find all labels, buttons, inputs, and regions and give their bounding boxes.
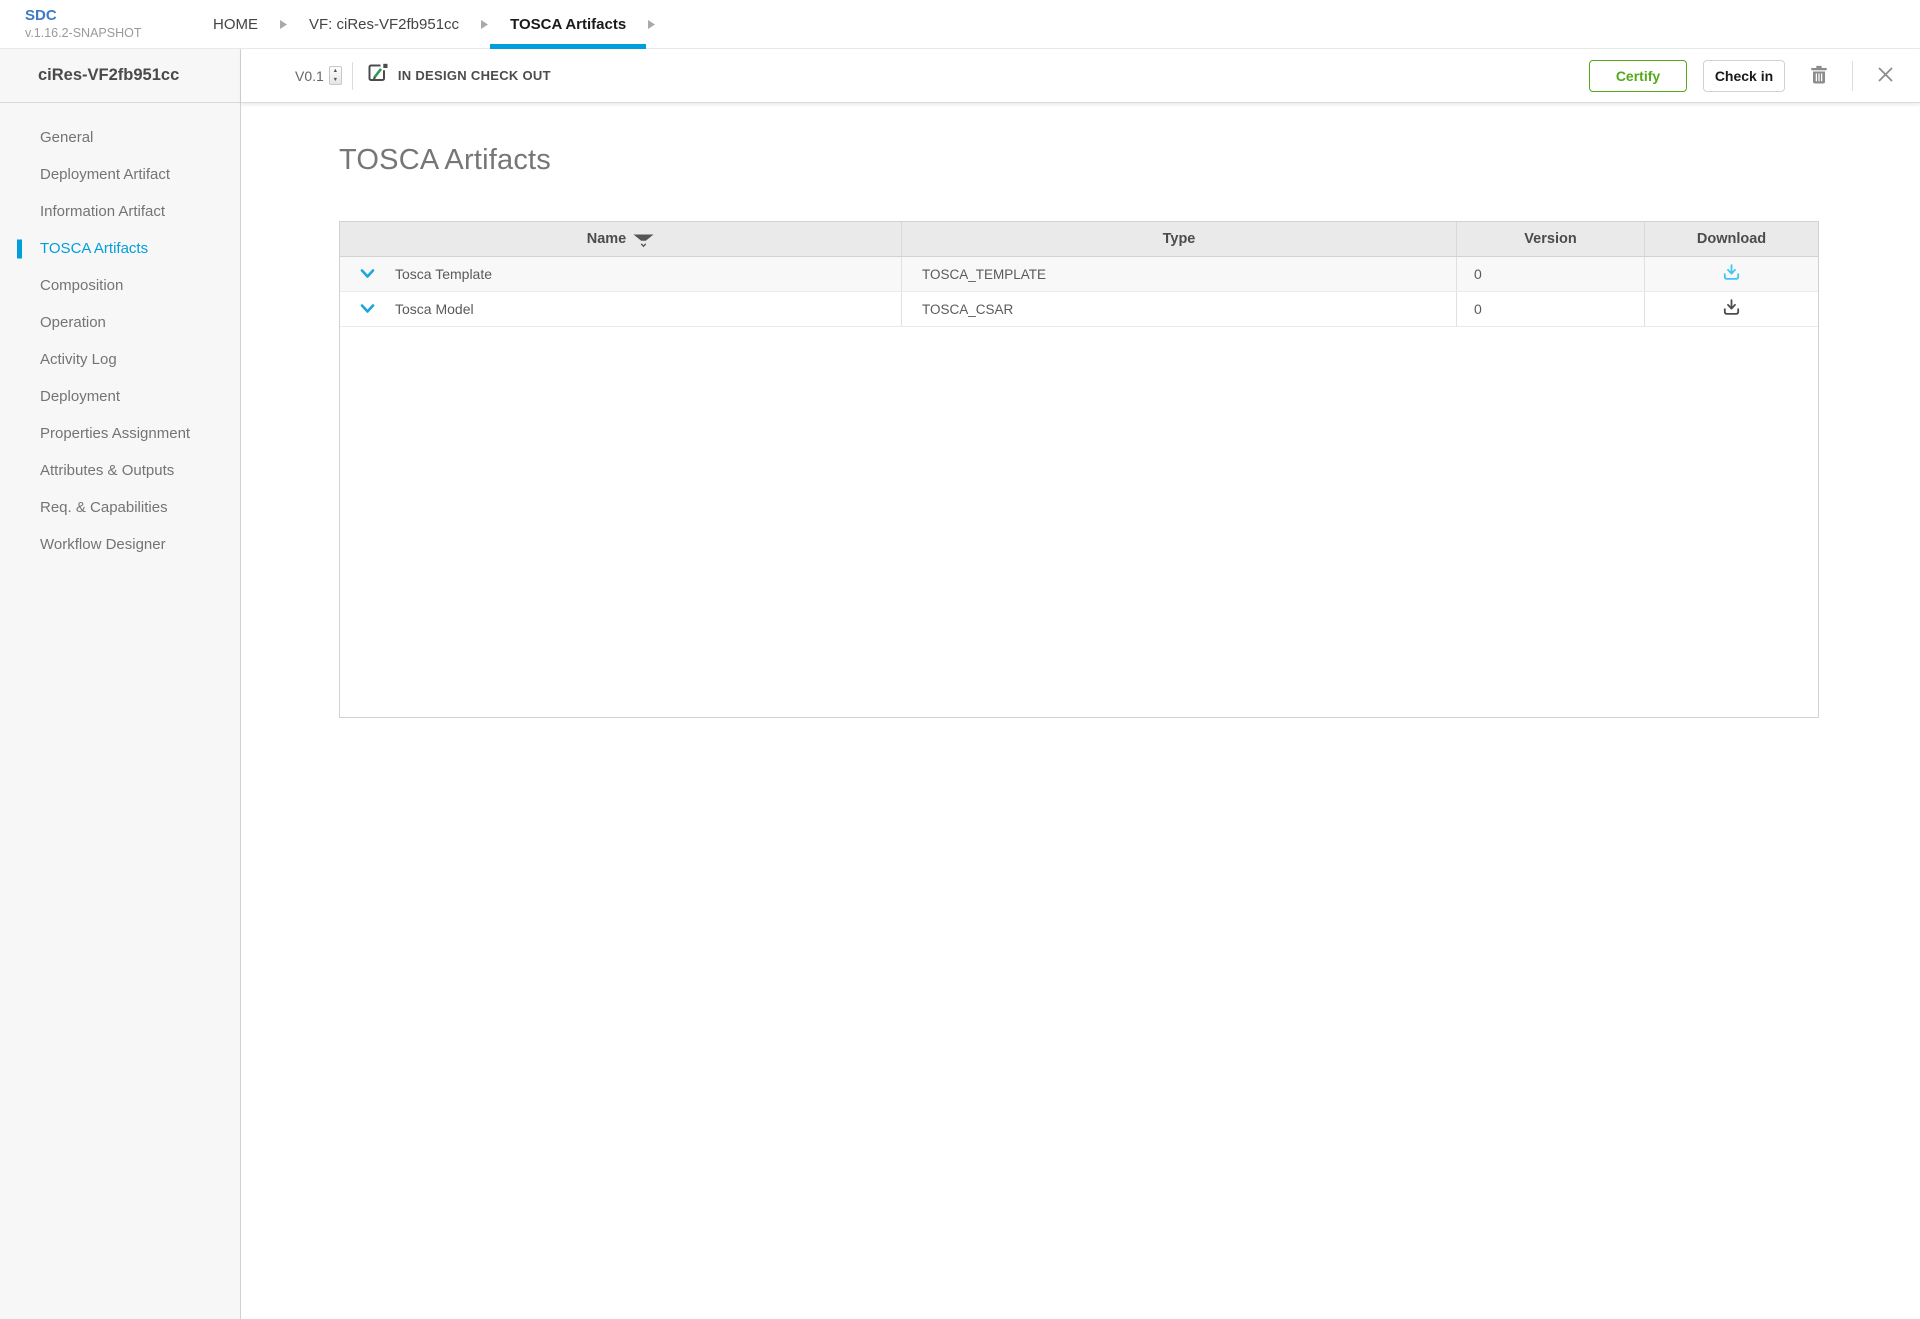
version-label: V0.1 (295, 68, 324, 84)
sidebar-item-label: TOSCA Artifacts (40, 240, 148, 257)
sidebar: ciRes-VF2fb951cc General Deployment Arti… (0, 49, 241, 1319)
sidebar-item-label: Properties Assignment (40, 425, 190, 442)
sidebar-item-label: Workflow Designer (40, 536, 166, 553)
column-header-download[interactable]: Download (1645, 222, 1818, 256)
sidebar-item-label: General (40, 129, 93, 146)
artifact-name: Tosca Template (395, 266, 492, 282)
sidebar-item-req-capabilities[interactable]: Req. & Capabilities (0, 489, 240, 526)
sidebar-item-properties-assignment[interactable]: Properties Assignment (0, 415, 240, 452)
breadcrumb-tab-tosca-artifacts[interactable]: TOSCA Artifacts (490, 0, 646, 48)
sidebar-item-deployment-artifact[interactable]: Deployment Artifact (0, 156, 240, 193)
artifacts-table: Name Type Version Download (339, 221, 1819, 718)
certify-button[interactable]: Certify (1589, 60, 1687, 92)
trash-icon (1810, 65, 1828, 87)
sidebar-item-label: Req. & Capabilities (40, 499, 168, 516)
download-button[interactable] (1721, 297, 1742, 321)
artifact-name: Tosca Model (395, 301, 474, 317)
artifact-version: 0 (1474, 301, 1482, 317)
app-logo: SDC v.1.16.2-SNAPSHOT (25, 7, 141, 41)
lifecycle-status-label: IN DESIGN CHECK OUT (398, 68, 551, 83)
sidebar-item-label: Deployment (40, 388, 120, 405)
breadcrumb-arrow-icon (479, 0, 490, 48)
breadcrumb: HOME VF: ciRes-VF2fb951cc TOSCA Artifact… (193, 0, 657, 48)
sort-icon (633, 233, 654, 248)
table-body: Tosca Template TOSCA_TEMPLATE 0 Tosca Mo… (340, 257, 1818, 327)
breadcrumb-arrow-icon (646, 0, 657, 48)
breadcrumb-tab-label: VF: ciRes-VF2fb951cc (309, 16, 459, 33)
toolbar-divider (1852, 61, 1853, 91)
chevron-down-icon[interactable] (360, 304, 375, 314)
sidebar-item-attributes-outputs[interactable]: Attributes & Outputs (0, 452, 240, 489)
sidebar-item-operation[interactable]: Operation (0, 304, 240, 341)
sidebar-item-label: Activity Log (40, 351, 117, 368)
breadcrumb-tab-vf-cires-vf2fb951cc[interactable]: VF: ciRes-VF2fb951cc (289, 0, 479, 48)
sidebar-item-label: Composition (40, 277, 123, 294)
download-icon (1723, 264, 1740, 284)
table-row: Tosca Template TOSCA_TEMPLATE 0 (340, 257, 1818, 292)
sidebar-item-label: Information Artifact (40, 203, 165, 220)
table-empty-area (340, 327, 1818, 717)
sidebar-item-label: Operation (40, 314, 106, 331)
column-header-name[interactable]: Name (340, 222, 902, 256)
delete-button[interactable] (1808, 63, 1830, 89)
main-content: TOSCA Artifacts Name Type Version (241, 103, 1920, 718)
sidebar-menu: General Deployment Artifact Information … (0, 119, 240, 563)
download-icon (1723, 299, 1740, 319)
stepper-down-icon[interactable]: ▼ (333, 76, 338, 84)
page-title: TOSCA Artifacts (339, 144, 1920, 177)
sidebar-item-composition[interactable]: Composition (0, 267, 240, 304)
checkin-button[interactable]: Check in (1703, 60, 1785, 92)
artifact-type: TOSCA_CSAR (922, 302, 1013, 317)
stepper-up-icon[interactable]: ▲ (333, 67, 338, 75)
in-design-edit-icon (367, 63, 388, 88)
app-version-label: v.1.16.2-SNAPSHOT (25, 26, 141, 42)
sidebar-item-label: Deployment Artifact (40, 166, 170, 183)
version-stepper[interactable]: ▲▼ (329, 66, 342, 85)
breadcrumb-arrow-icon (278, 0, 289, 48)
sidebar-item-workflow-designer[interactable]: Workflow Designer (0, 526, 240, 563)
artifact-type: TOSCA_TEMPLATE (922, 267, 1046, 282)
sidebar-item-general[interactable]: General (0, 119, 240, 156)
download-button[interactable] (1721, 262, 1742, 286)
table-header-row: Name Type Version Download (340, 222, 1818, 257)
sidebar-item-deployment[interactable]: Deployment (0, 378, 240, 415)
close-icon (1877, 66, 1894, 86)
column-header-version[interactable]: Version (1457, 222, 1645, 256)
table-row: Tosca Model TOSCA_CSAR 0 (340, 292, 1818, 327)
sidebar-item-tosca-artifacts[interactable]: TOSCA Artifacts (0, 230, 240, 267)
artifact-version: 0 (1474, 266, 1482, 282)
breadcrumb-tab-home[interactable]: HOME (193, 0, 278, 48)
sidebar-item-information-artifact[interactable]: Information Artifact (0, 193, 240, 230)
top-header: SDC v.1.16.2-SNAPSHOT HOME VF: ciRes-VF2… (0, 0, 1920, 49)
breadcrumb-tab-label: HOME (213, 16, 258, 33)
column-header-type[interactable]: Type (902, 222, 1457, 256)
sidebar-item-label: Attributes & Outputs (40, 462, 174, 479)
sidebar-item-activity-log[interactable]: Activity Log (0, 341, 240, 378)
toolbar-divider (352, 62, 353, 90)
toolbar: V0.1 ▲▼ IN DESIGN CHECK OUT Certify Chec… (241, 49, 1920, 103)
breadcrumb-tab-label: TOSCA Artifacts (510, 16, 626, 33)
chevron-down-icon[interactable] (360, 269, 375, 279)
close-button[interactable] (1875, 64, 1896, 88)
app-logo-text: SDC (25, 7, 141, 26)
sidebar-title: ciRes-VF2fb951cc (0, 49, 240, 103)
